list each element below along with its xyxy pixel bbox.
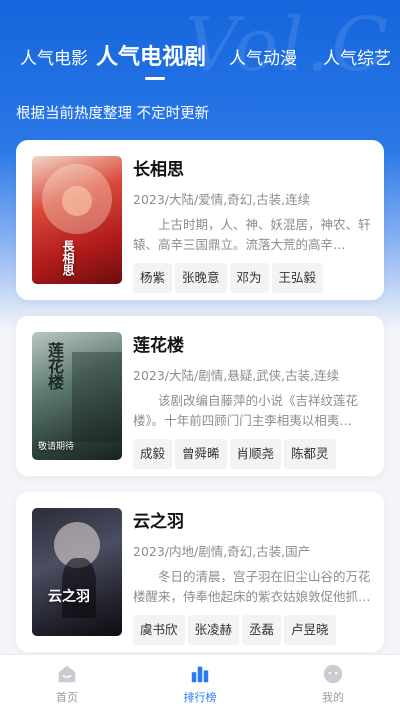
show-description: 冬日的清晨，宫子羽在旧尘山谷的万花楼醒来，侍奉他起床的紫衣姑娘敦促他抓… [133, 569, 371, 604]
show-title[interactable]: 长相思 [133, 158, 373, 182]
show-card[interactable]: 云之羽 云之羽 2023/内地/剧情,奇幻,古装,国产 冬日的清晨，宫子羽在旧尘… [16, 492, 384, 652]
ranking-subtitle: 根据当前热度整理 不定时更新 [16, 106, 210, 122]
actor-tag[interactable]: 王弘毅 [271, 263, 324, 293]
actor-tag[interactable]: 虞书欣 [133, 615, 185, 645]
tab-movies[interactable]: 人气电影 [20, 44, 88, 69]
nav-home-label: 首页 [56, 691, 78, 704]
show-meta: 2023/大陆/剧情,悬疑,武侠,古装,连续 [133, 368, 340, 383]
nav-home[interactable]: 首页 [17, 655, 117, 711]
actor-list: 成毅 曾舜晞 肖顺尧 陈都灵 [133, 439, 373, 469]
show-card[interactable]: 長相思 长相思 2023/大陆/爱情,奇幻,古装,连续 上古时期，人、神、妖混居… [16, 140, 384, 300]
category-tabs: 人气电影 人气电视剧 人气动漫 人气综艺 [0, 36, 400, 76]
actor-tag[interactable]: 张凌赫 [187, 615, 240, 645]
bottom-navigation: 首页 排行榜 我的 [0, 654, 400, 711]
poster-title: 云之羽 [48, 589, 90, 605]
nav-profile-label: 我的 [322, 691, 344, 704]
poster-badge: 敬请期待 [38, 442, 75, 452]
actor-tag[interactable]: 丞磊 [242, 615, 282, 645]
show-info: 莲花楼 2023/大陆/剧情,悬疑,武侠,古装,连续 该剧改编自藤萍的小说《吉祥… [133, 334, 373, 469]
poster-title: 長相思 [61, 240, 75, 276]
actor-tag[interactable]: 曾舜晞 [175, 439, 227, 469]
home-icon [58, 665, 76, 683]
poster-title: 莲花楼 [45, 342, 64, 390]
actor-list: 虞书欣 张凌赫 丞磊 卢昱晓 [133, 615, 373, 645]
actor-tag[interactable]: 陈都灵 [284, 439, 336, 469]
show-card[interactable]: 莲花楼 敬请期待 莲花楼 2023/大陆/剧情,悬疑,武侠,古装,连续 该剧改编… [16, 316, 384, 476]
tab-anime[interactable]: 人气动漫 [229, 44, 297, 69]
nav-ranking-label: 排行榜 [183, 691, 217, 704]
profile-icon [323, 664, 343, 684]
actor-tag[interactable]: 成毅 [133, 439, 173, 469]
actor-tag[interactable]: 卢昱晓 [284, 615, 336, 645]
tab-variety[interactable]: 人气综艺 [323, 44, 391, 69]
show-poster[interactable]: 云之羽 [32, 508, 122, 636]
chart-icon [191, 666, 209, 683]
show-poster[interactable]: 長相思 [32, 156, 122, 284]
nav-profile[interactable]: 我的 [283, 655, 383, 711]
tab-tv-series[interactable]: 人气电视剧 [96, 39, 206, 71]
show-description: 上古时期，人、神、妖混居，神农、轩辕、高辛三国鼎立。流落大荒的高辛… [133, 217, 371, 252]
show-description: 该剧改编自藤萍的小说《吉祥纹莲花楼》。十年前四顾门门主李相夷以相夷… [133, 393, 359, 428]
actor-tag[interactable]: 肖顺尧 [229, 439, 282, 469]
show-title[interactable]: 莲花楼 [133, 334, 373, 358]
show-title[interactable]: 云之羽 [133, 510, 373, 534]
show-meta: 2023/大陆/爱情,奇幻,古装,连续 [133, 192, 311, 207]
actor-tag[interactable]: 邓为 [229, 263, 269, 293]
show-poster[interactable]: 莲花楼 敬请期待 [32, 332, 122, 460]
active-tab-indicator [145, 77, 165, 80]
show-info: 长相思 2023/大陆/爱情,奇幻,古装,连续 上古时期，人、神、妖混居，神农、… [133, 158, 373, 293]
show-meta: 2023/内地/剧情,奇幻,古装,国产 [133, 544, 311, 559]
actor-tag[interactable]: 杨紫 [133, 263, 173, 293]
show-info: 云之羽 2023/内地/剧情,奇幻,古装,国产 冬日的清晨，宫子羽在旧尘山谷的万… [133, 510, 373, 645]
nav-ranking[interactable]: 排行榜 [150, 655, 250, 711]
actor-tag[interactable]: 张晚意 [175, 263, 227, 293]
actor-list: 杨紫 张晚意 邓为 王弘毅 [133, 263, 373, 293]
